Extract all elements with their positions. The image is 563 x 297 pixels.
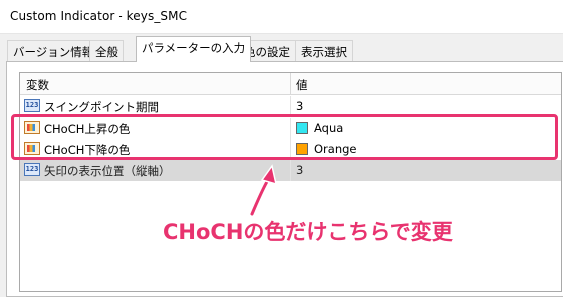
annotation-text: CHoCHの色だけこちらで変更 [163,220,453,244]
tab-input-parameters[interactable]: パラメーターの入力 [136,36,252,62]
annotation-arrow-icon [249,164,278,217]
